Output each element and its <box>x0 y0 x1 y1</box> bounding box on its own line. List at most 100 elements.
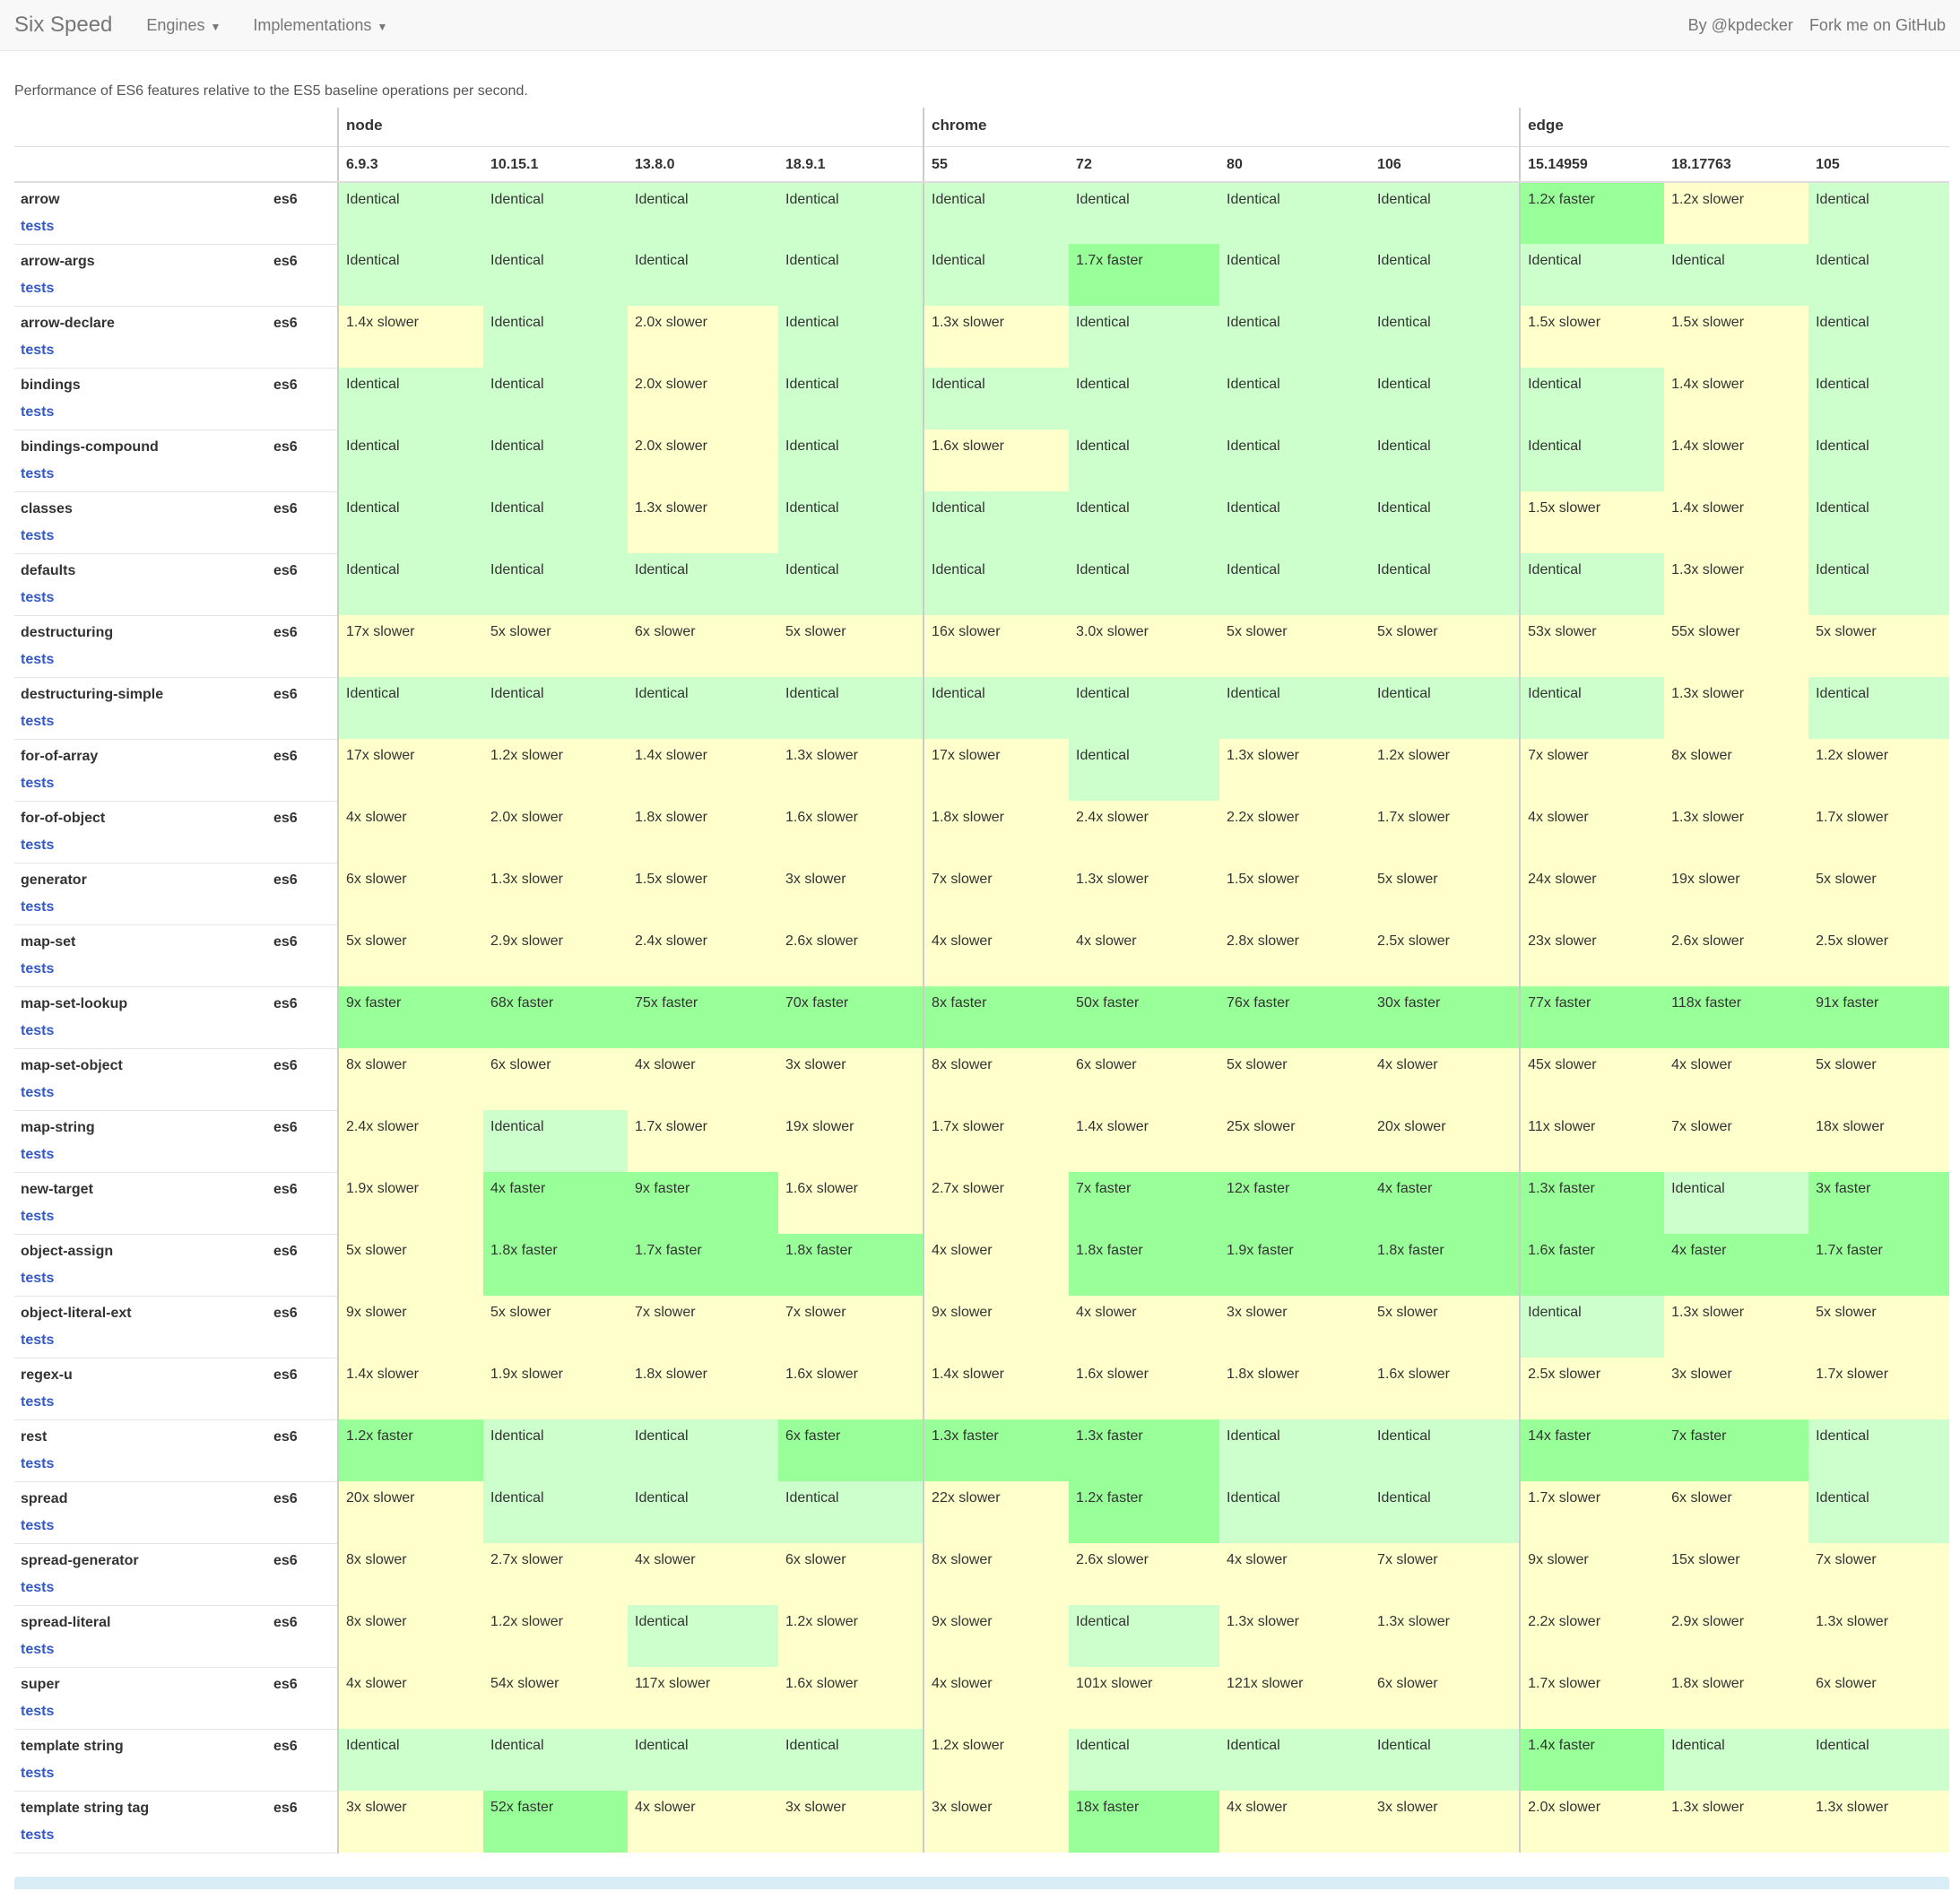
tests-link[interactable]: tests <box>21 528 267 544</box>
result-cell: Identical <box>1069 430 1220 491</box>
test-name: template string tag <box>21 1800 150 1816</box>
result-cell: 4x slower <box>923 1234 1070 1296</box>
tests-link[interactable]: tests <box>21 776 267 792</box>
test-type: es6 <box>273 863 338 925</box>
result-cell: Identical <box>1370 491 1521 553</box>
result-cell: 2.8x slower <box>1219 924 1371 986</box>
table-row: map-set tests es6 5x slower 2.9x slower 2.4x … <box>14 924 1950 987</box>
test-name-cell: map-string tests <box>14 1110 273 1173</box>
tests-link[interactable]: tests <box>21 281 267 297</box>
tests-link[interactable]: tests <box>21 1766 267 1782</box>
tests-link[interactable]: tests <box>21 838 267 854</box>
result-cell: 121x slower <box>1219 1667 1371 1729</box>
result-cell: Identical <box>483 244 628 306</box>
result-cell: 1.6x slower <box>1370 1358 1521 1419</box>
tests-link[interactable]: tests <box>21 961 267 977</box>
test-name: arrow-args <box>21 253 95 269</box>
result-cell: 2.0x slower <box>1519 1791 1665 1853</box>
implementations-dropdown[interactable]: Implementations ▼ <box>253 16 387 35</box>
result-cell: 3x slower <box>337 1791 483 1853</box>
test-name-cell: spread-generator tests <box>14 1543 273 1606</box>
result-cell: 1.3x slower <box>1808 1791 1950 1853</box>
tests-link[interactable]: tests <box>21 1394 267 1410</box>
test-name: spread <box>21 1490 68 1506</box>
table-row: generator tests es6 6x slower 1.3x slower 1.5… <box>14 863 1950 925</box>
result-cell: Identical <box>1808 244 1950 306</box>
result-cell: Identical <box>628 553 778 615</box>
result-cell: Identical <box>1069 182 1220 244</box>
result-cell: Identical <box>778 553 924 615</box>
table-row: classes tests es6 Identical Identical 1.3x sl… <box>14 491 1950 554</box>
test-name-cell: template string tests <box>14 1729 273 1792</box>
test-name: destructuring <box>21 624 114 640</box>
engines-dropdown[interactable]: Engines ▼ <box>146 16 221 35</box>
result-cell: 101x slower <box>1069 1667 1220 1729</box>
table-row: object-literal-ext tests es6 9x slower 5x sl… <box>14 1296 1950 1358</box>
result-cell: 2.5x slower <box>1519 1358 1665 1419</box>
tests-link[interactable]: tests <box>21 714 267 730</box>
result-cell: 52x faster <box>483 1791 628 1853</box>
result-cell: 4x faster <box>1370 1172 1521 1234</box>
result-cell: 6x slower <box>1808 1667 1950 1729</box>
result-cell: 1.5x slower <box>628 863 778 924</box>
result-cell: Identical <box>628 1481 778 1543</box>
tests-link[interactable]: tests <box>21 652 267 668</box>
result-cell: 2.5x slower <box>1370 924 1521 986</box>
result-cell: Identical <box>1219 182 1371 244</box>
result-cell: Identical <box>1808 430 1950 491</box>
tests-link[interactable]: tests <box>21 1023 267 1039</box>
github-link[interactable]: Fork me on GitHub <box>1809 16 1946 35</box>
tests-link[interactable]: tests <box>21 1642 267 1658</box>
result-cell: 70x faster <box>778 986 924 1048</box>
result-cell: Identical <box>778 1481 924 1543</box>
tests-link[interactable]: tests <box>21 1147 267 1163</box>
result-cell: 5x slower <box>1370 1296 1521 1358</box>
test-name: arrow <box>21 192 60 207</box>
tests-link[interactable]: tests <box>21 590 267 606</box>
version-header: 13.8.0 <box>628 146 778 183</box>
test-type: es6 <box>273 677 338 740</box>
tests-link[interactable]: tests <box>21 1209 267 1225</box>
result-cell: 16x slower <box>923 615 1070 677</box>
version-header: 15.14959 <box>1519 146 1665 183</box>
result-cell: 18x faster <box>1069 1791 1220 1853</box>
author-link[interactable]: By @kpdecker <box>1688 16 1793 35</box>
test-name-cell: arrow-declare tests <box>14 306 273 369</box>
test-name-cell: regex-u tests <box>14 1358 273 1420</box>
test-name-cell: bindings-compound tests <box>14 430 273 492</box>
result-cell: Identical <box>1370 677 1521 739</box>
result-cell: 5x slower <box>1370 615 1521 677</box>
result-cell: 1.4x slower <box>1664 491 1809 553</box>
test-name: for-of-object <box>21 810 106 826</box>
brand-link[interactable]: Six Speed <box>14 13 112 38</box>
result-cell: 1.3x faster <box>923 1419 1070 1481</box>
tests-link[interactable]: tests <box>21 466 267 482</box>
test-name-cell: destructuring-simple tests <box>14 677 273 740</box>
result-cell: 3.0x slower <box>1069 615 1220 677</box>
tests-link[interactable]: tests <box>21 1704 267 1720</box>
result-cell: 1.6x slower <box>778 1667 924 1729</box>
result-cell: 17x slower <box>923 739 1070 801</box>
tests-link[interactable]: tests <box>21 343 267 359</box>
info-alert-bar <box>14 1877 1949 1889</box>
tests-link[interactable]: tests <box>21 1332 267 1349</box>
table-row: object-assign tests es6 5x slower 1.8x faste… <box>14 1234 1950 1297</box>
test-name: new-target <box>21 1181 93 1197</box>
tests-link[interactable]: tests <box>21 1518 267 1534</box>
result-cell: 7x slower <box>1664 1110 1809 1172</box>
result-cell: 4x slower <box>1069 924 1220 986</box>
result-cell: Identical <box>1219 1729 1371 1791</box>
tests-link[interactable]: tests <box>21 1085 267 1101</box>
tests-link[interactable]: tests <box>21 404 267 421</box>
tests-link[interactable]: tests <box>21 1827 267 1844</box>
tests-link[interactable]: tests <box>21 1456 267 1472</box>
test-type: es6 <box>273 1172 338 1235</box>
tests-link[interactable]: tests <box>21 219 267 235</box>
result-cell: 2.0x slower <box>628 306 778 368</box>
tests-link[interactable]: tests <box>21 1271 267 1287</box>
table-row: spread tests es6 20x slower Identical Identic… <box>14 1481 1950 1544</box>
blank-header <box>14 146 273 183</box>
tests-link[interactable]: tests <box>21 899 267 916</box>
tests-link[interactable]: tests <box>21 1580 267 1596</box>
result-cell: 1.2x faster <box>337 1419 483 1481</box>
